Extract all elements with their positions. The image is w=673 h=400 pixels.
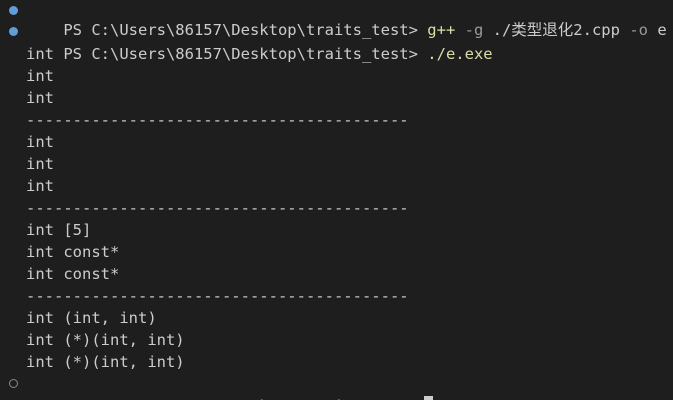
output-line: int bbox=[26, 155, 54, 173]
command-success-icon[interactable] bbox=[9, 27, 18, 36]
command-line-run: PS C:\Users\86157\Desktop\traits_test> .… bbox=[0, 21, 673, 63]
output-line: int bbox=[26, 177, 54, 195]
output-line: int (int, int) bbox=[26, 309, 157, 327]
output-line: int (*)(int, int) bbox=[26, 331, 185, 349]
output-separator: ----------------------------------------… bbox=[26, 111, 409, 129]
active-prompt-line[interactable]: PS C:\Users\86157\Desktop\traits_test> bbox=[0, 373, 673, 400]
output-line: int bbox=[26, 67, 54, 85]
text-cursor bbox=[423, 396, 433, 400]
output-line: int bbox=[26, 89, 54, 107]
command-line-compile: PS C:\Users\86157\Desktop\traits_test> g… bbox=[0, 0, 673, 39]
output-separator: ----------------------------------------… bbox=[26, 199, 409, 217]
output-line: int const* bbox=[26, 243, 120, 261]
output-line: int (*)(int, int) bbox=[26, 353, 185, 371]
output-line: int bbox=[26, 133, 54, 151]
output-separator: ----------------------------------------… bbox=[26, 287, 409, 305]
command-success-icon[interactable] bbox=[9, 6, 18, 15]
output-line: int const* bbox=[26, 265, 120, 283]
output-line: int bbox=[26, 45, 54, 63]
terminal-panel[interactable]: PS C:\Users\86157\Desktop\traits_test> g… bbox=[0, 0, 673, 400]
command-idle-icon[interactable] bbox=[9, 379, 18, 388]
output-line: int [5] bbox=[26, 221, 92, 239]
